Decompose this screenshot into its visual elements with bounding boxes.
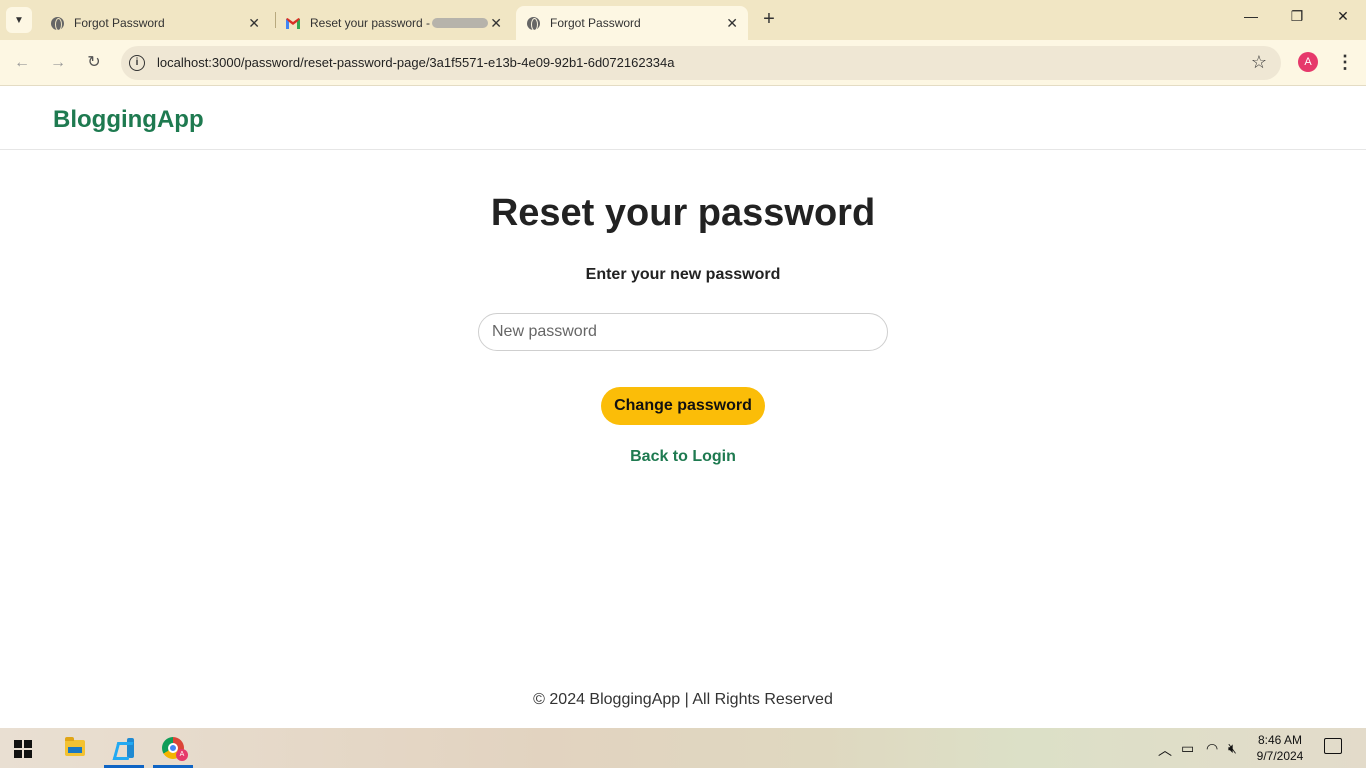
- close-tab-icon[interactable]: ✕: [248, 15, 260, 32]
- browser-toolbar: ← → ↻ i localhost:3000/password/reset-pa…: [0, 40, 1366, 86]
- profile-avatar[interactable]: A: [1298, 52, 1318, 72]
- back-to-login-link[interactable]: Back to Login: [630, 448, 736, 465]
- globe-icon: [50, 16, 64, 31]
- windows-start-icon[interactable]: [14, 740, 32, 758]
- tab-reset-password-email[interactable]: Reset your password - ✕: [278, 6, 512, 40]
- notification-center-icon[interactable]: [1324, 738, 1342, 754]
- forward-arrow-icon[interactable]: →: [47, 52, 69, 74]
- file-explorer-icon[interactable]: [52, 728, 98, 768]
- clock-date: 9/7/2024: [1256, 749, 1304, 763]
- site-info-icon[interactable]: i: [129, 55, 145, 71]
- chrome-profile-badge: A: [176, 749, 188, 761]
- new-password-input[interactable]: [478, 313, 888, 351]
- tab-title: Reset your password -: [310, 16, 431, 30]
- tab-title: Forgot Password: [74, 16, 165, 30]
- form-subtitle: Enter your new password: [585, 266, 781, 283]
- browser-menu-icon[interactable]: ⋮: [1336, 50, 1354, 74]
- site-header: BloggingApp: [0, 87, 1366, 150]
- page-viewport: BloggingApp Reset your password Enter yo…: [0, 87, 1366, 728]
- globe-icon: [526, 16, 540, 31]
- back-to-login-row: Back to Login: [0, 448, 1366, 466]
- close-window-button[interactable]: ✕: [1320, 8, 1366, 32]
- volume-muted-icon[interactable]: 🔇︎: [1228, 740, 1237, 757]
- site-footer: © 2024 BloggingApp | All Rights Reserved: [533, 691, 833, 708]
- tab-divider: [275, 12, 276, 28]
- tab-forgot-password-1[interactable]: Forgot Password ✕: [40, 6, 270, 40]
- wifi-icon[interactable]: ◠: [1206, 740, 1218, 757]
- page-title: Reset your password: [490, 192, 876, 234]
- browser-tab-strip: ▼ Forgot Password ✕ Reset your password …: [0, 0, 1366, 40]
- brand-logo[interactable]: BloggingApp: [53, 106, 204, 134]
- redacted-text: [432, 18, 489, 28]
- bookmark-star-icon[interactable]: ☆: [1251, 52, 1267, 73]
- chrome-icon[interactable]: A: [150, 728, 196, 768]
- clock-time: 8:46 AM: [1257, 733, 1303, 747]
- close-tab-icon[interactable]: ✕: [490, 15, 502, 32]
- new-tab-button[interactable]: +: [758, 9, 780, 31]
- reload-icon[interactable]: ↻: [83, 52, 105, 74]
- url-text[interactable]: localhost:3000/password/reset-password-p…: [157, 55, 675, 70]
- change-password-button[interactable]: Change password: [601, 387, 765, 425]
- battery-icon[interactable]: ▭: [1181, 740, 1194, 757]
- tab-title: Forgot Password: [550, 16, 641, 30]
- os-taskbar: A ︿ ▭ ◠ 🔇︎ 8:46 AM 9/7/2024: [0, 728, 1366, 768]
- vscode-icon[interactable]: [101, 728, 147, 768]
- back-arrow-icon[interactable]: ←: [11, 52, 33, 74]
- restore-button[interactable]: ❐: [1274, 8, 1320, 32]
- close-tab-icon[interactable]: ✕: [726, 15, 738, 32]
- show-hidden-icons-chevron-icon[interactable]: ︿: [1158, 740, 1172, 760]
- system-clock[interactable]: 8:46 AM 9/7/2024: [1250, 732, 1310, 764]
- tab-search-dropdown-icon[interactable]: ▼: [6, 7, 32, 33]
- minimize-button[interactable]: —: [1228, 8, 1274, 32]
- tab-forgot-password-active[interactable]: Forgot Password ✕: [516, 6, 748, 40]
- gmail-icon: [286, 16, 300, 30]
- address-bar[interactable]: i localhost:3000/password/reset-password…: [121, 46, 1281, 80]
